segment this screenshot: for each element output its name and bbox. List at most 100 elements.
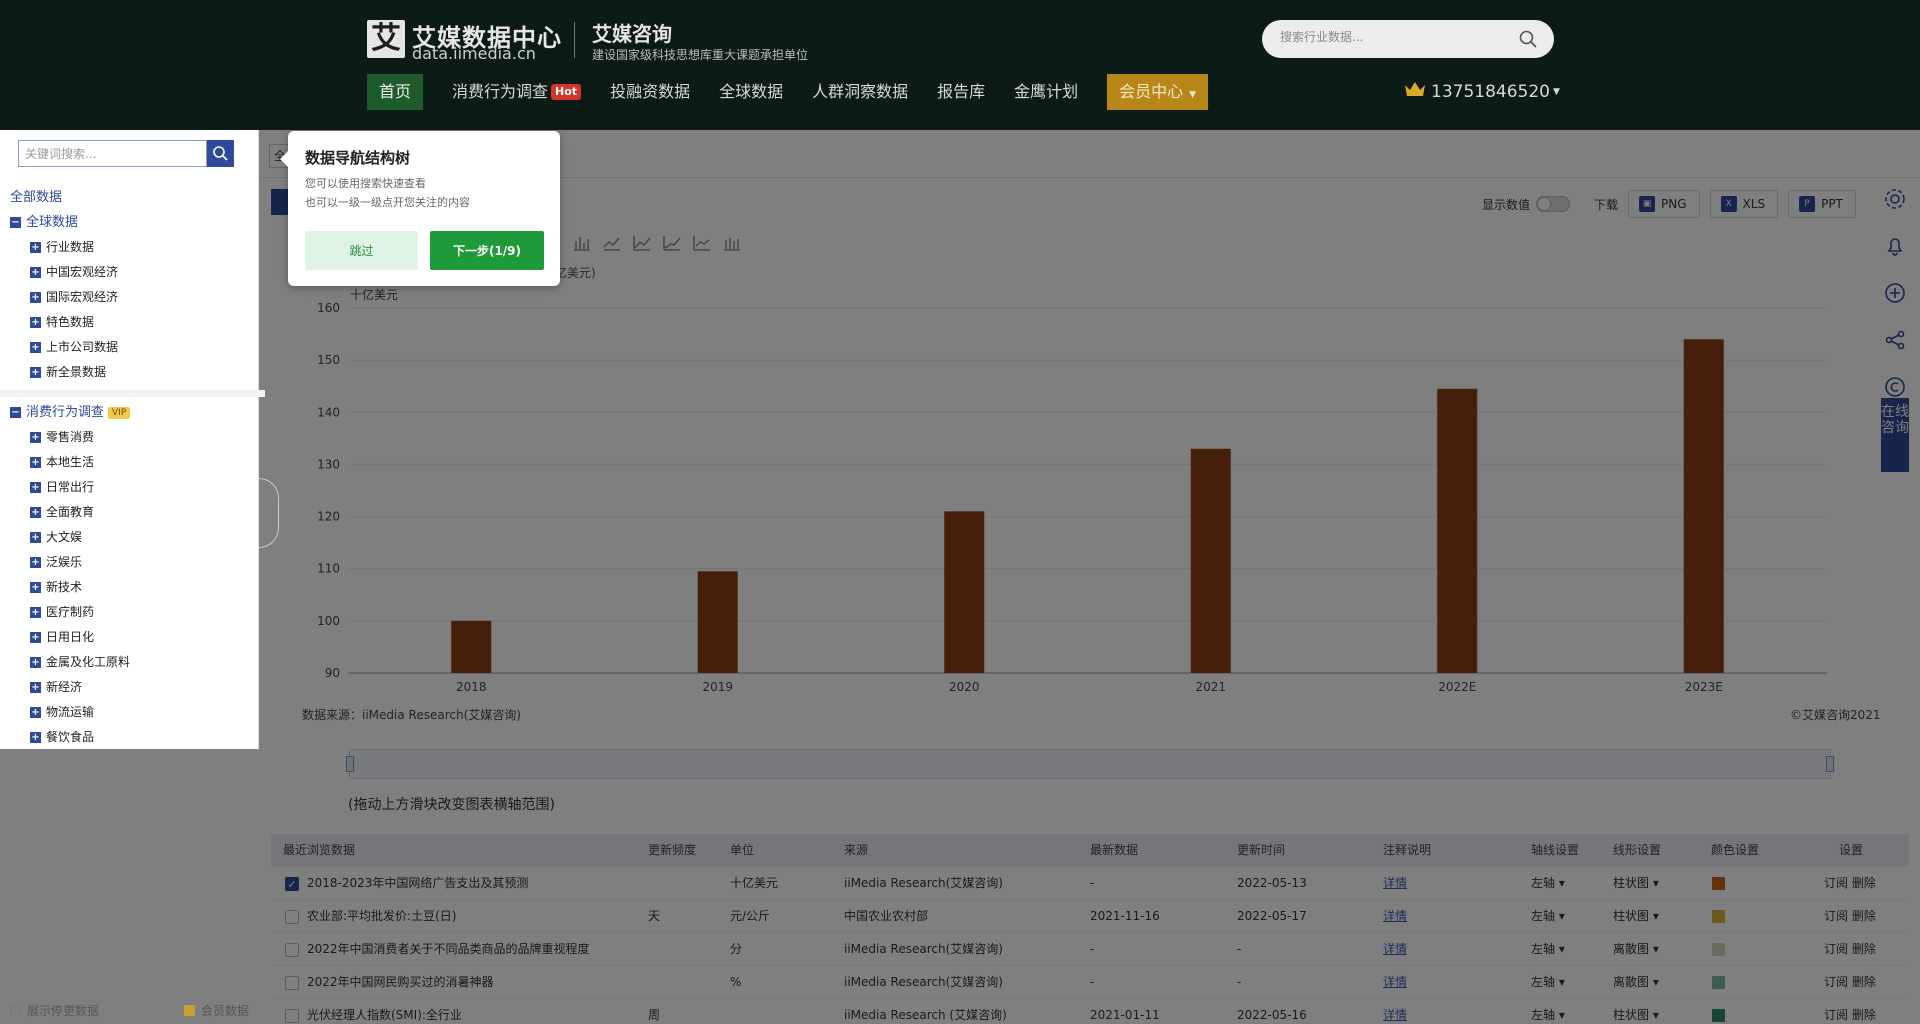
user-menu[interactable]: 13751846520 ▼ <box>1404 80 1560 103</box>
tree-item[interactable]: + 零售消费 <box>10 425 255 450</box>
show-discontinued-label: 展示停更数据 <box>27 1004 100 1018</box>
expand-icon[interactable]: + <box>30 292 41 303</box>
expand-icon[interactable]: + <box>30 532 41 543</box>
guide-popover: 数据导航结构树 您可以使用搜索快速查看 也可以一级一级点开您关注的内容 跳过 下… <box>280 131 560 286</box>
tree-item-label: 上市公司数据 <box>46 340 119 354</box>
header-search-input[interactable] <box>1280 30 1510 44</box>
tree-category-label: 消费行为调查 <box>26 405 105 420</box>
chevron-down-icon: ▼ <box>1552 86 1560 97</box>
tree-item-label: 零售消费 <box>46 430 95 444</box>
tree-item[interactable]: + 行业数据 <box>10 235 255 260</box>
tree-item[interactable]: + 金属及化工原料 <box>10 650 255 675</box>
tree-item[interactable]: + 大文娱 <box>10 525 255 550</box>
expand-icon[interactable]: + <box>30 657 41 668</box>
tree-item-label: 本地生活 <box>46 455 95 469</box>
nav-report-library[interactable]: 报告库 <box>937 74 985 110</box>
nav-member-center[interactable]: 会员中心 ▼ <box>1107 74 1209 110</box>
expand-icon[interactable]: + <box>30 557 41 568</box>
next-step-button[interactable]: 下一步(1/9) <box>430 231 544 270</box>
tree-item[interactable]: + 餐饮食品 <box>10 725 255 750</box>
expand-icon[interactable]: + <box>30 707 41 718</box>
vip-badge: VIP <box>108 406 131 419</box>
tree-item-label: 大文娱 <box>46 530 83 544</box>
logo-mark[interactable]: 艾 <box>367 20 405 58</box>
sidebar-collapse-handle[interactable] <box>259 478 279 548</box>
nav-consumer-survey[interactable]: 消费行为调查 Hot <box>452 74 582 110</box>
expand-icon[interactable]: + <box>30 582 41 593</box>
tree-item-label: 金属及化工原料 <box>46 655 131 669</box>
tree-item[interactable]: + 新技术 <box>10 575 255 600</box>
nav-golden-eagle[interactable]: 金鹰计划 <box>1014 74 1078 110</box>
search-icon <box>213 146 228 161</box>
expand-icon[interactable]: + <box>30 342 41 353</box>
guide-line-2: 也可以一级一级点开您关注的内容 <box>305 196 470 209</box>
member-data-label: 会员数据 <box>201 1004 250 1018</box>
expand-icon[interactable]: + <box>30 607 41 618</box>
tree-category[interactable]: − 消费行为调查 VIP <box>10 400 255 425</box>
tree-item[interactable]: + 泛娱乐 <box>10 550 255 575</box>
tree-search-input[interactable] <box>19 141 199 166</box>
user-phone: 13751846520 <box>1431 81 1550 102</box>
tree-item-label: 新全景数据 <box>46 365 107 379</box>
guide-line-1: 您可以使用搜索快速查看 <box>305 177 426 190</box>
skip-button[interactable]: 跳过 <box>305 231 418 270</box>
collapse-icon[interactable]: − <box>10 407 21 418</box>
tree-item[interactable]: + 特色数据 <box>10 310 255 335</box>
tree-search <box>18 140 207 167</box>
nav-home[interactable]: 首页 <box>367 74 424 110</box>
header-search <box>1262 20 1554 58</box>
member-data-checkbox[interactable] <box>184 1005 195 1016</box>
tree-item-label: 新技术 <box>46 580 83 594</box>
tree-all-data[interactable]: 全部数据 <box>10 185 255 210</box>
expand-icon[interactable]: + <box>30 732 41 743</box>
expand-icon[interactable]: + <box>30 457 41 468</box>
tree-item-label: 日常出行 <box>46 480 95 494</box>
tree-item[interactable]: + 上市公司数据 <box>10 335 255 360</box>
brand-name: 艾媒咨询 <box>592 22 672 46</box>
expand-icon[interactable]: + <box>30 482 41 493</box>
expand-icon[interactable]: + <box>30 632 41 643</box>
expand-icon[interactable]: + <box>30 682 41 693</box>
show-discontinued-checkbox[interactable] <box>10 1005 21 1016</box>
tree-item-label: 全面教育 <box>46 505 95 519</box>
expand-icon[interactable]: + <box>30 317 41 328</box>
tree-item[interactable]: + 国际宏观经济 <box>10 285 255 310</box>
tree-item[interactable]: + 本地生活 <box>10 450 255 475</box>
nav-crowd-insight[interactable]: 人群洞察数据 <box>812 74 908 110</box>
tree-item-label: 医疗制药 <box>46 605 95 619</box>
expand-icon[interactable]: + <box>30 242 41 253</box>
tree-item-label: 日用日化 <box>46 630 95 644</box>
tree-category[interactable]: − 全球数据 <box>10 210 255 235</box>
hot-badge: Hot <box>551 84 582 100</box>
tree-item[interactable]: + 医疗制药 <box>10 600 255 625</box>
tree-separator <box>0 390 265 397</box>
tree-item[interactable]: + 日常出行 <box>10 475 255 500</box>
nav-consumer-survey-label: 消费行为调查 <box>452 82 549 101</box>
expand-icon[interactable]: + <box>30 432 41 443</box>
nav-investment[interactable]: 投融资数据 <box>610 74 690 110</box>
expand-icon[interactable]: + <box>30 507 41 518</box>
tree-item-label: 物流运输 <box>46 705 95 719</box>
logo-url: data.iimedia.cn <box>412 44 536 63</box>
crown-icon <box>1404 80 1426 103</box>
tree-item-label: 中国宏观经济 <box>46 265 119 279</box>
tree-item[interactable]: + 全面教育 <box>10 500 255 525</box>
tree-search-button[interactable] <box>207 140 234 167</box>
collapse-icon[interactable]: − <box>10 217 21 228</box>
tree-item[interactable]: + 新经济 <box>10 675 255 700</box>
tree-item[interactable]: + 日用日化 <box>10 625 255 650</box>
sidebar-footer: 展示停更数据 会员数据 <box>0 996 259 1024</box>
brand-tagline: 建设国家级科技思想库重大课题承担单位 <box>592 48 809 62</box>
tree-item-label: 特色数据 <box>46 315 95 329</box>
nav-global-data[interactable]: 全球数据 <box>719 74 783 110</box>
expand-icon[interactable]: + <box>30 267 41 278</box>
tree-item[interactable]: + 中国宏观经济 <box>10 260 255 285</box>
nav-tree: 全部数据 − 全球数据 + 行业数据 + 中国宏观经济 + 国际宏观经济 + 特色数据 + 上市公司数… <box>0 185 265 750</box>
tree-item[interactable]: + 新全景数据 <box>10 360 255 385</box>
expand-icon[interactable]: + <box>30 367 41 378</box>
search-icon[interactable] <box>1518 29 1538 52</box>
chevron-down-icon: ▼ <box>1189 90 1197 100</box>
main-nav: 首页 消费行为调查 Hot 投融资数据 全球数据 人群洞察数据 报告库 金鹰计划 … <box>367 74 1237 110</box>
guide-title: 数据导航结构树 <box>305 149 411 167</box>
tree-item[interactable]: + 物流运输 <box>10 700 255 725</box>
